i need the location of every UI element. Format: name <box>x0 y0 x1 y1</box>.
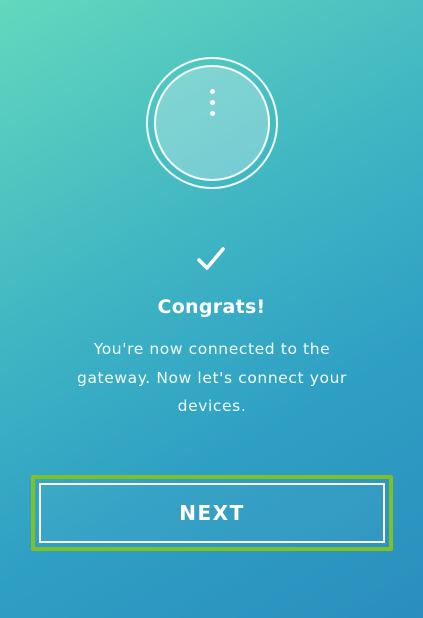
success-title: Congrats! <box>157 296 266 318</box>
onboarding-screen: Congrats! You're now connected to the ga… <box>0 0 423 618</box>
success-message: You're now connected to the gateway. Now… <box>77 340 347 415</box>
status-light-dot <box>210 89 215 94</box>
gateway-device-icon <box>146 57 278 189</box>
checkmark-icon <box>197 247 225 270</box>
next-button[interactable]: NEXT <box>39 483 385 543</box>
status-light-dot <box>210 100 215 105</box>
gateway-device-face <box>154 65 270 181</box>
status-light-dot <box>210 111 215 116</box>
